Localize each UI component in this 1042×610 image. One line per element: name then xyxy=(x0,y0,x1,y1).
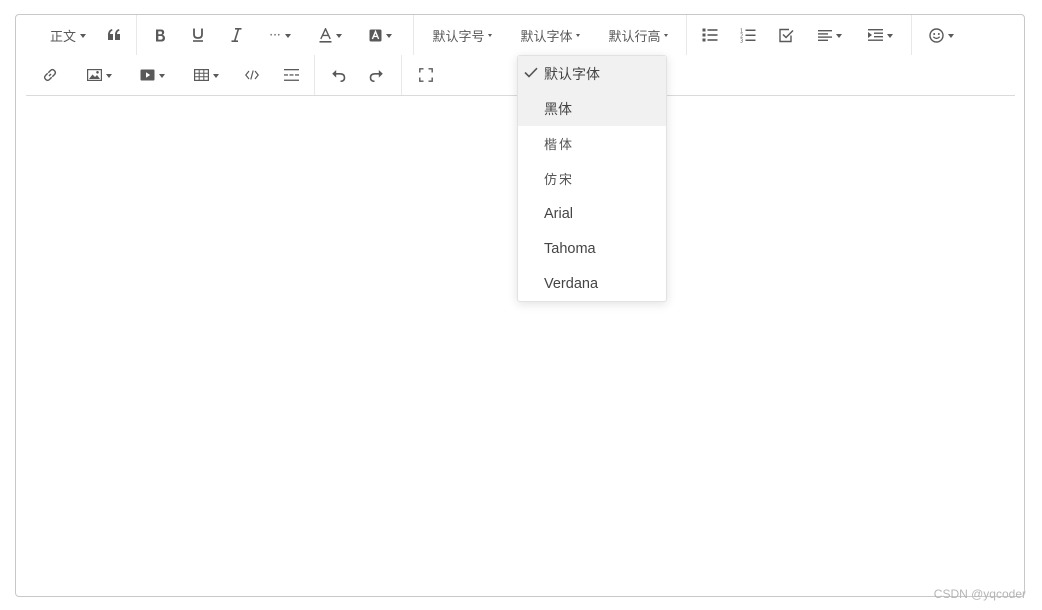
font-option-label: 楷体 xyxy=(544,138,575,153)
more-icon: ··· xyxy=(269,28,281,42)
chevron-down-icon xyxy=(575,34,580,37)
undo-button[interactable] xyxy=(319,59,357,91)
font-option-kaiti[interactable]: 楷体 xyxy=(518,126,666,161)
font-color-icon xyxy=(319,27,331,43)
bulleted-list-icon xyxy=(702,28,718,42)
divider-icon xyxy=(283,69,299,81)
italic-button[interactable] xyxy=(217,19,255,51)
chevron-down-icon xyxy=(284,33,291,38)
todo-icon xyxy=(778,28,794,42)
bulleted-list-button[interactable] xyxy=(691,19,729,51)
font-size-select-label: 默认字号 xyxy=(432,29,485,45)
font-option-label: Tahoma xyxy=(544,240,596,257)
font-size-select-button[interactable]: 默认字号 xyxy=(418,19,506,51)
font-option-tahoma[interactable]: Tahoma xyxy=(518,231,666,266)
redo-button[interactable] xyxy=(357,59,395,91)
heading-select-label: 正文 xyxy=(49,29,76,45)
bold-icon xyxy=(155,29,165,41)
font-family-select-label: 默认字体 xyxy=(520,29,573,45)
toolbar-divider xyxy=(911,15,912,55)
toolbar-divider xyxy=(136,15,137,55)
bold-button[interactable] xyxy=(141,19,179,51)
font-option-arial[interactable]: Arial xyxy=(518,196,666,231)
toolbar-divider xyxy=(314,55,315,95)
font-option-default[interactable]: 默认字体 xyxy=(518,56,666,91)
chevron-down-icon xyxy=(836,33,842,38)
chevron-down-icon xyxy=(947,33,954,38)
image-icon xyxy=(86,69,102,81)
toolbar-row-2 xyxy=(26,55,446,95)
chevron-down-icon xyxy=(212,73,219,78)
underline-icon xyxy=(193,28,203,42)
video-icon xyxy=(140,69,154,81)
insert-divider-button[interactable] xyxy=(272,59,310,91)
line-height-select-label: 默认行高 xyxy=(608,29,661,45)
emoji-button[interactable] xyxy=(916,19,966,51)
indent-button[interactable] xyxy=(855,19,905,51)
numbered-list-icon: 123 xyxy=(740,28,756,43)
heading-select-button[interactable]: 正文 xyxy=(40,19,96,51)
chevron-down-icon xyxy=(335,33,342,38)
numbered-list-button[interactable]: 123 xyxy=(729,19,767,51)
underline-button[interactable] xyxy=(179,19,217,51)
indent-icon xyxy=(867,29,883,41)
watermark: CSDN @yqcoder xyxy=(933,587,1026,601)
font-option-label: 黑体 xyxy=(544,101,572,118)
toolbar-divider xyxy=(686,15,687,55)
insert-video-button[interactable] xyxy=(124,59,180,91)
font-option-heiti[interactable]: 黑体 xyxy=(518,91,666,126)
code-block-icon xyxy=(245,70,259,80)
font-option-label: Arial xyxy=(544,205,574,222)
blockquote-button[interactable] xyxy=(96,19,132,51)
chevron-down-icon xyxy=(886,33,893,38)
svg-text:3: 3 xyxy=(740,38,743,43)
fullscreen-button[interactable] xyxy=(406,59,446,91)
line-height-select-button[interactable]: 默认行高 xyxy=(594,19,682,51)
more-styles-button[interactable]: ··· xyxy=(255,19,305,51)
toolbar-divider xyxy=(413,15,414,55)
undo-icon xyxy=(331,69,345,82)
italic-icon xyxy=(231,28,241,42)
background-color-button[interactable] xyxy=(355,19,405,51)
font-family-dropdown: 默认字体 黑体 楷体 仿宋 Arial Tahoma Verdana xyxy=(517,55,667,302)
font-option-label: 仿宋 xyxy=(544,173,575,188)
emoji-icon xyxy=(928,27,944,43)
font-option-verdana[interactable]: Verdana xyxy=(518,266,666,301)
chevron-down-icon xyxy=(158,73,165,78)
insert-table-button[interactable] xyxy=(180,59,232,91)
chevron-down-icon xyxy=(487,34,492,37)
chevron-down-icon xyxy=(385,33,392,38)
check-icon xyxy=(524,67,538,78)
font-color-button[interactable] xyxy=(305,19,355,51)
justify-icon xyxy=(818,29,832,41)
quote-icon xyxy=(108,29,120,40)
bg-color-icon xyxy=(369,29,381,41)
link-icon xyxy=(43,68,57,82)
chevron-down-icon xyxy=(663,34,668,37)
fullscreen-icon xyxy=(419,68,433,82)
insert-link-button[interactable] xyxy=(26,59,74,91)
toolbar-row-1: 正文 ··· 默认字号 默认字体 默认行高 1 2 3 xyxy=(26,15,966,55)
insert-image-button[interactable] xyxy=(74,59,124,91)
todo-button[interactable] xyxy=(767,19,805,51)
redo-icon xyxy=(369,69,383,82)
font-option-fangsong[interactable]: 仿宋 xyxy=(518,161,666,196)
font-family-select-button[interactable]: 默认字体 xyxy=(506,19,594,51)
toolbar-divider xyxy=(401,55,402,95)
justify-button[interactable] xyxy=(805,19,855,51)
code-block-button[interactable] xyxy=(232,59,272,91)
font-option-label: Verdana xyxy=(544,275,599,292)
table-icon xyxy=(193,69,209,81)
chevron-down-icon xyxy=(80,33,86,38)
chevron-down-icon xyxy=(105,73,112,78)
font-option-label: 默认字体 xyxy=(544,66,600,83)
